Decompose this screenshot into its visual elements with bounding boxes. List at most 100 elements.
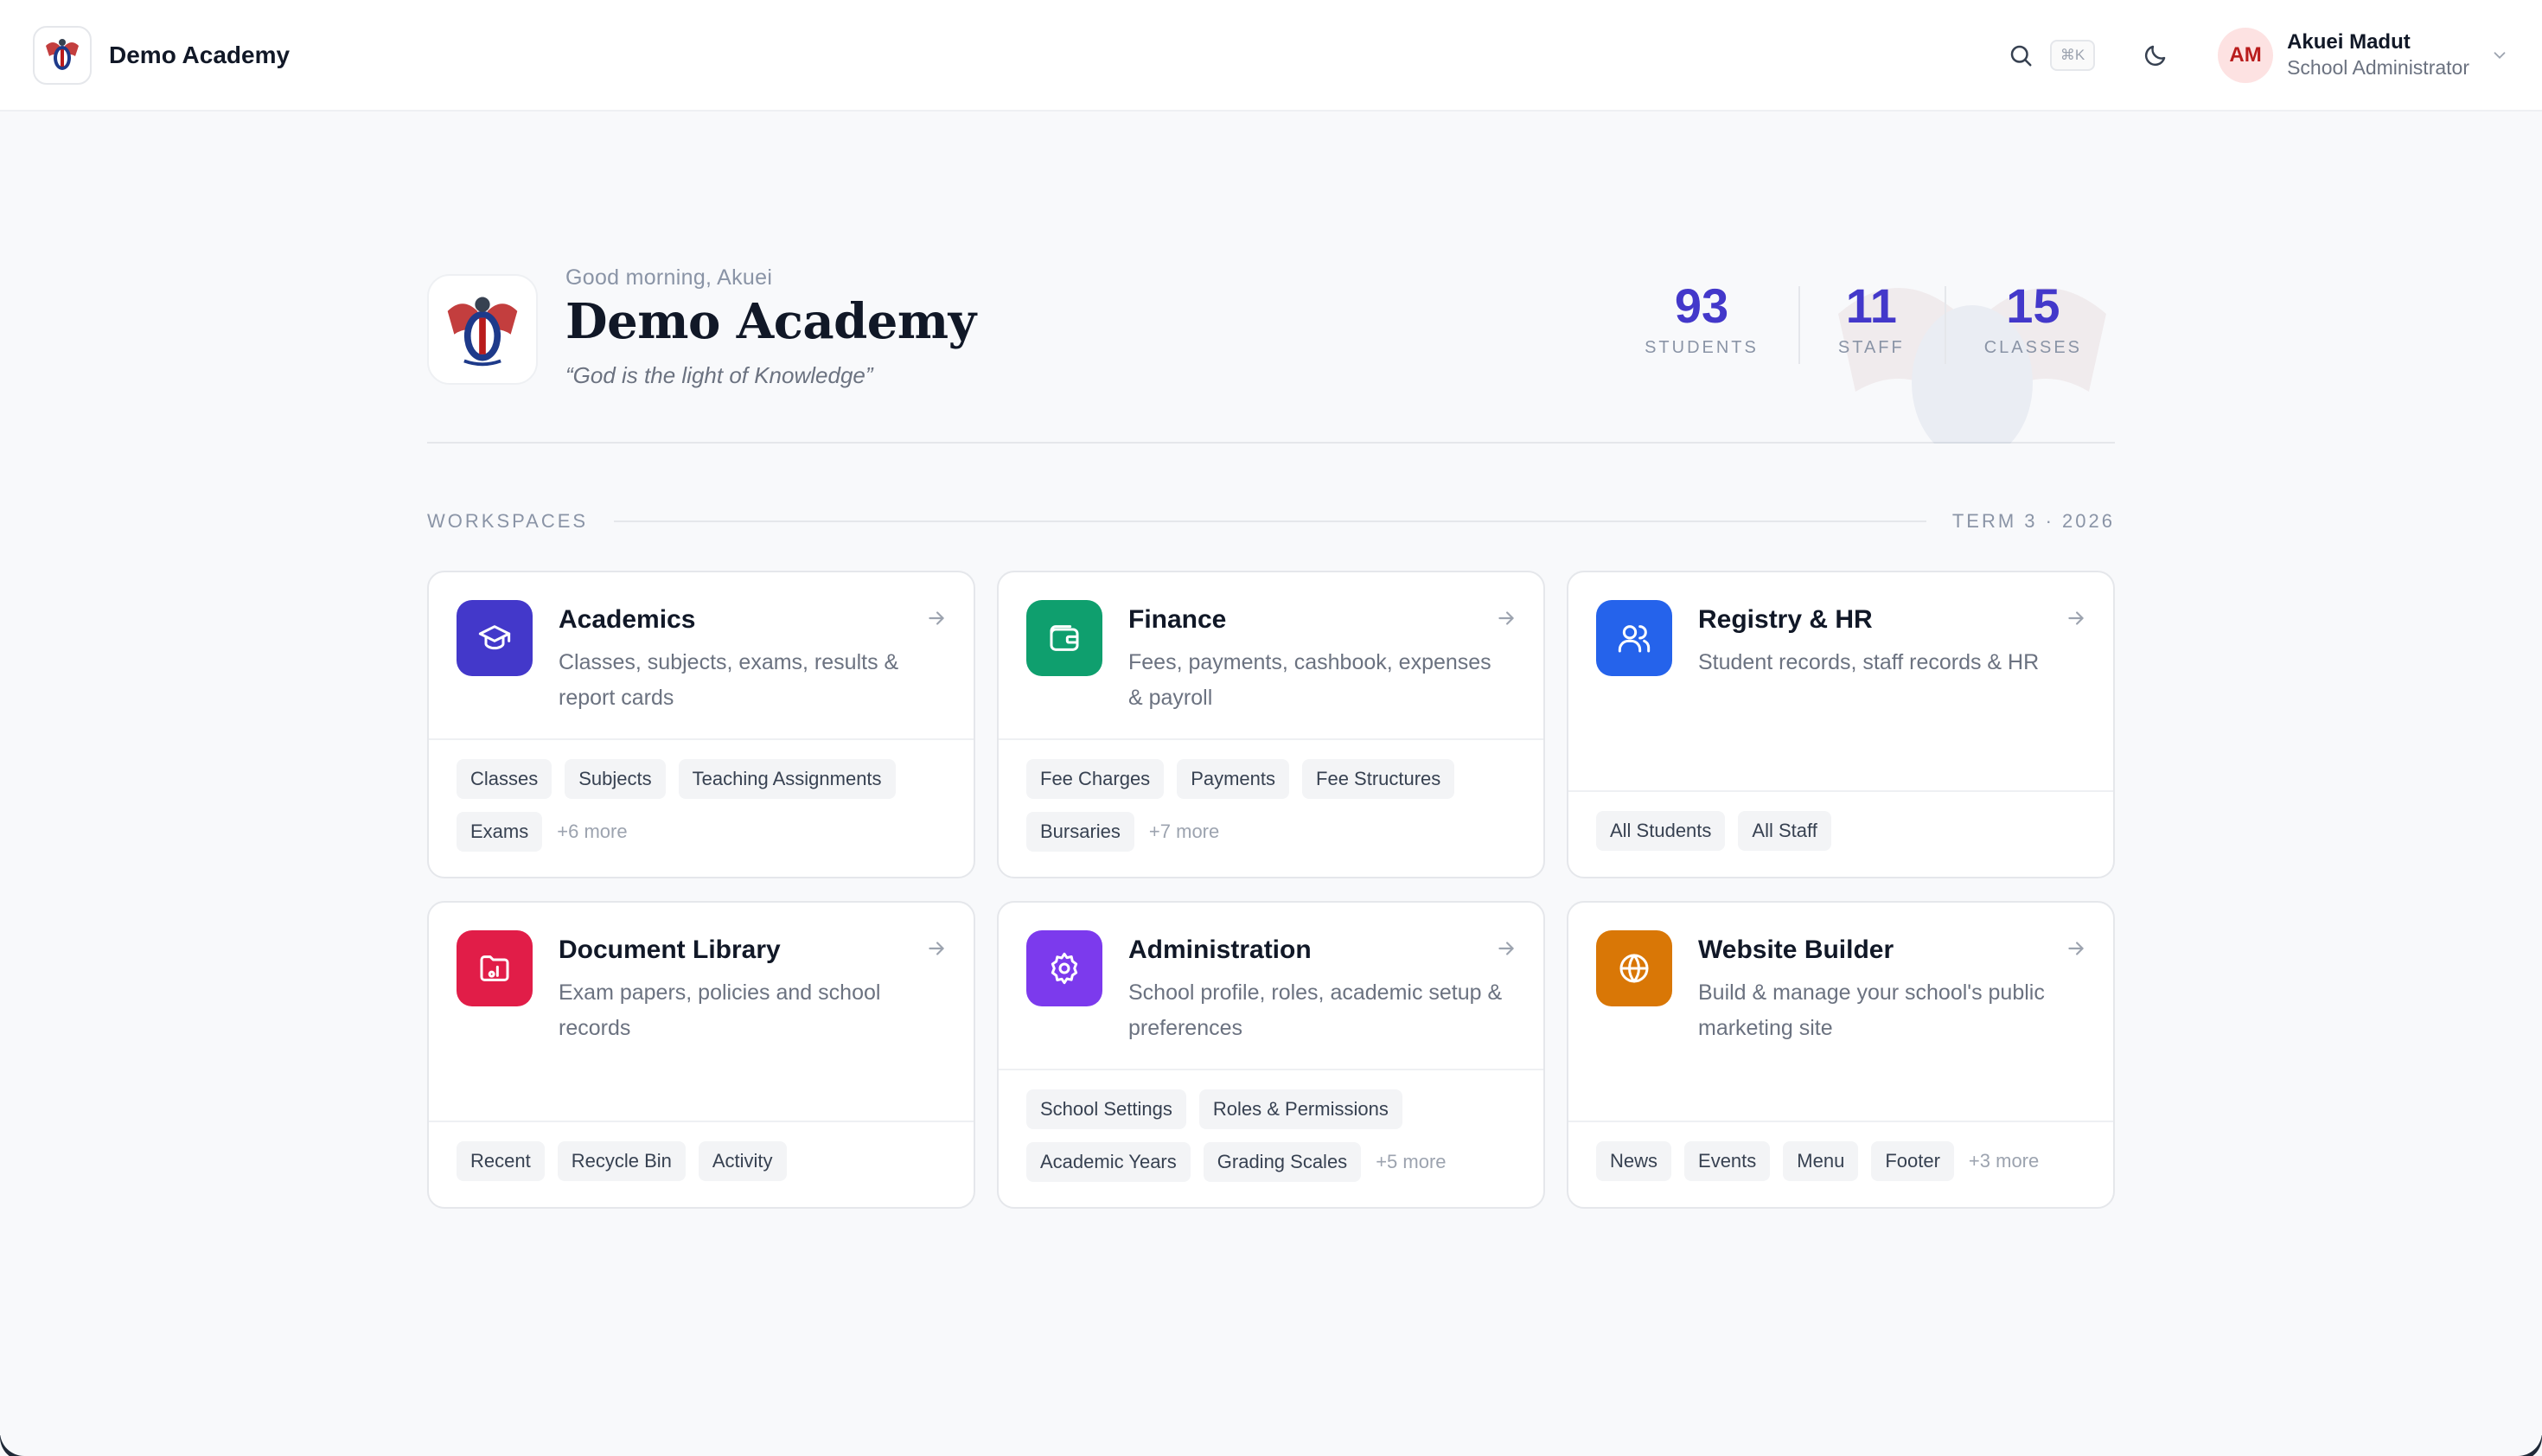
folder-icon [480,955,509,981]
quick-link-recent[interactable]: Recent [457,1141,545,1181]
card-description: Exam papers, policies and school records [559,980,881,1040]
theme-toggle-button[interactable] [2138,38,2173,73]
quick-link-exams[interactable]: Exams [457,812,543,852]
card-title: Administration [1128,936,1312,964]
search-shortcut-badge: ⌘K [2050,39,2096,71]
card-title: Website Builder [1698,936,1894,964]
wallet-icon [1050,625,1079,651]
divider [614,520,1926,522]
workspace-card-finance[interactable]: Finance Fees, payments, cashbook, expens… [997,571,1545,878]
more-links[interactable]: +3 more [1969,1141,2039,1181]
card-title: Document Library [559,936,781,964]
quick-link-teaching-assignments[interactable]: Teaching Assignments [678,759,896,799]
workspace-card-website-builder[interactable]: Website Builder Build & manage your scho… [1567,901,2115,1209]
window-frame [0,1430,2542,1456]
arrow-right-icon[interactable] [925,937,948,960]
app-name[interactable]: Demo Academy [109,42,290,69]
workspace-card-administration[interactable]: Administration School profile, roles, ac… [997,901,1545,1209]
arrow-right-icon[interactable] [2065,607,2087,629]
quick-link-school-settings[interactable]: School Settings [1026,1089,1186,1129]
quick-link-fee-structures[interactable]: Fee Structures [1302,759,1455,799]
quick-link-events[interactable]: Events [1684,1141,1771,1181]
page-title: Demo Academy [565,293,976,350]
workspace-card-academics[interactable]: Academics Classes, subjects, exams, resu… [427,571,975,878]
school-stats: 93 STUDENTS 11 STAFF 15 CLASSES [1605,278,2082,364]
users-icon [1618,625,1651,653]
user-menu[interactable]: AM Akuei Madut School Administrator [2218,27,2509,83]
stat-label: CLASSES [1983,337,2082,357]
arrow-right-icon[interactable] [1495,607,1517,629]
stat-value: 15 [2006,278,2060,333]
quick-link-menu[interactable]: Menu [1783,1141,1859,1181]
quick-link-all-staff[interactable]: All Staff [1738,811,1831,851]
globe-icon [1619,954,1649,983]
school-motto: “God is the light of Knowledge” [565,362,873,388]
more-links[interactable]: +5 more [1376,1142,1446,1182]
card-description: School profile, roles, academic setup & … [1128,980,1503,1040]
crest-icon [447,297,518,367]
stat-classes: 15 CLASSES [1944,278,2082,364]
quick-link-grading-scales[interactable]: Grading Scales [1203,1142,1362,1182]
card-description: Build & manage your school's public mark… [1698,980,2045,1040]
card-description: Classes, subjects, exams, results & repo… [559,650,899,710]
greeting-text: Good morning, Akuei [565,265,773,290]
arrow-right-icon[interactable] [1495,937,1517,960]
quick-link-activity[interactable]: Activity [698,1141,787,1181]
card-icon-tile [1026,930,1102,1006]
school-header: Good morning, Akuei Demo Academy “God is… [427,262,2115,444]
card-title: Finance [1128,605,1227,634]
card-description: Fees, payments, cashbook, expenses & pay… [1128,650,1491,710]
quick-link-classes[interactable]: Classes [457,759,552,799]
card-icon-tile [457,930,533,1006]
graduation-cap-icon [478,625,511,650]
quick-link-all-students[interactable]: All Students [1596,811,1726,851]
quick-links: Fee Charges Payments Fee Structures Burs… [999,738,1543,877]
quick-link-news[interactable]: News [1596,1141,1672,1181]
quick-link-footer[interactable]: Footer [1871,1141,1954,1181]
stat-label: STAFF [1837,337,1905,357]
user-role: School Administrator [2287,56,2469,80]
avatar: AM [2218,27,2274,83]
card-icon-tile [1596,600,1672,676]
moon-icon [2144,45,2166,66]
quick-links: All Students All Staff [1568,790,2113,877]
stat-students: 93 STUDENTS [1605,279,1798,358]
quick-links: News Events Menu Footer +3 more [1568,1121,2113,1207]
arrow-right-icon[interactable] [2065,937,2087,960]
arrow-right-icon[interactable] [925,607,948,629]
stat-value: 11 [1845,278,1897,333]
stat-staff: 11 STAFF [1798,278,1945,364]
workspace-card-document-library[interactable]: Document Library Exam papers, policies a… [427,901,975,1209]
search-button[interactable] [2003,38,2038,73]
quick-link-academic-years[interactable]: Academic Years [1026,1142,1191,1182]
card-title: Registry & HR [1698,605,1873,634]
card-icon-tile [1596,930,1672,1006]
search-icon [2010,45,2032,66]
more-links[interactable]: +6 more [557,812,627,852]
card-description: Student records, staff records & HR [1698,650,2040,674]
user-name: Akuei Madut [2287,29,2411,54]
quick-link-recycle-bin[interactable]: Recycle Bin [557,1141,686,1181]
top-bar: Demo Academy ⌘K AM Akuei Madut School Ad… [0,0,2542,112]
quick-links: Classes Subjects Teaching Assignments Ex… [429,738,974,877]
workspace-grid: Academics Classes, subjects, exams, resu… [427,571,2115,1209]
section-title: WORKSPACES [427,510,589,532]
school-crest-logo[interactable] [33,25,92,85]
stat-value: 93 [1674,278,1729,333]
card-title: Academics [559,605,696,634]
workspace-card-registry-hr[interactable]: Registry & HR Student records, staff rec… [1567,571,2115,878]
quick-links: Recent Recycle Bin Activity [429,1121,974,1207]
quick-link-fee-charges[interactable]: Fee Charges [1026,759,1165,799]
card-icon-tile [1026,600,1102,676]
school-crest [427,274,538,385]
quick-link-subjects[interactable]: Subjects [565,759,666,799]
more-links[interactable]: +7 more [1149,812,1219,852]
quick-link-payments[interactable]: Payments [1177,759,1290,799]
gear-icon [1051,952,1078,985]
card-icon-tile [457,600,533,676]
stat-label: STUDENTS [1645,337,1759,357]
workspaces-heading: WORKSPACES TERM 3 · 2026 [427,508,2115,534]
quick-links: School Settings Roles & Permissions Acad… [999,1069,1543,1207]
quick-link-bursaries[interactable]: Bursaries [1026,812,1134,852]
quick-link-roles-permissions[interactable]: Roles & Permissions [1198,1089,1402,1129]
